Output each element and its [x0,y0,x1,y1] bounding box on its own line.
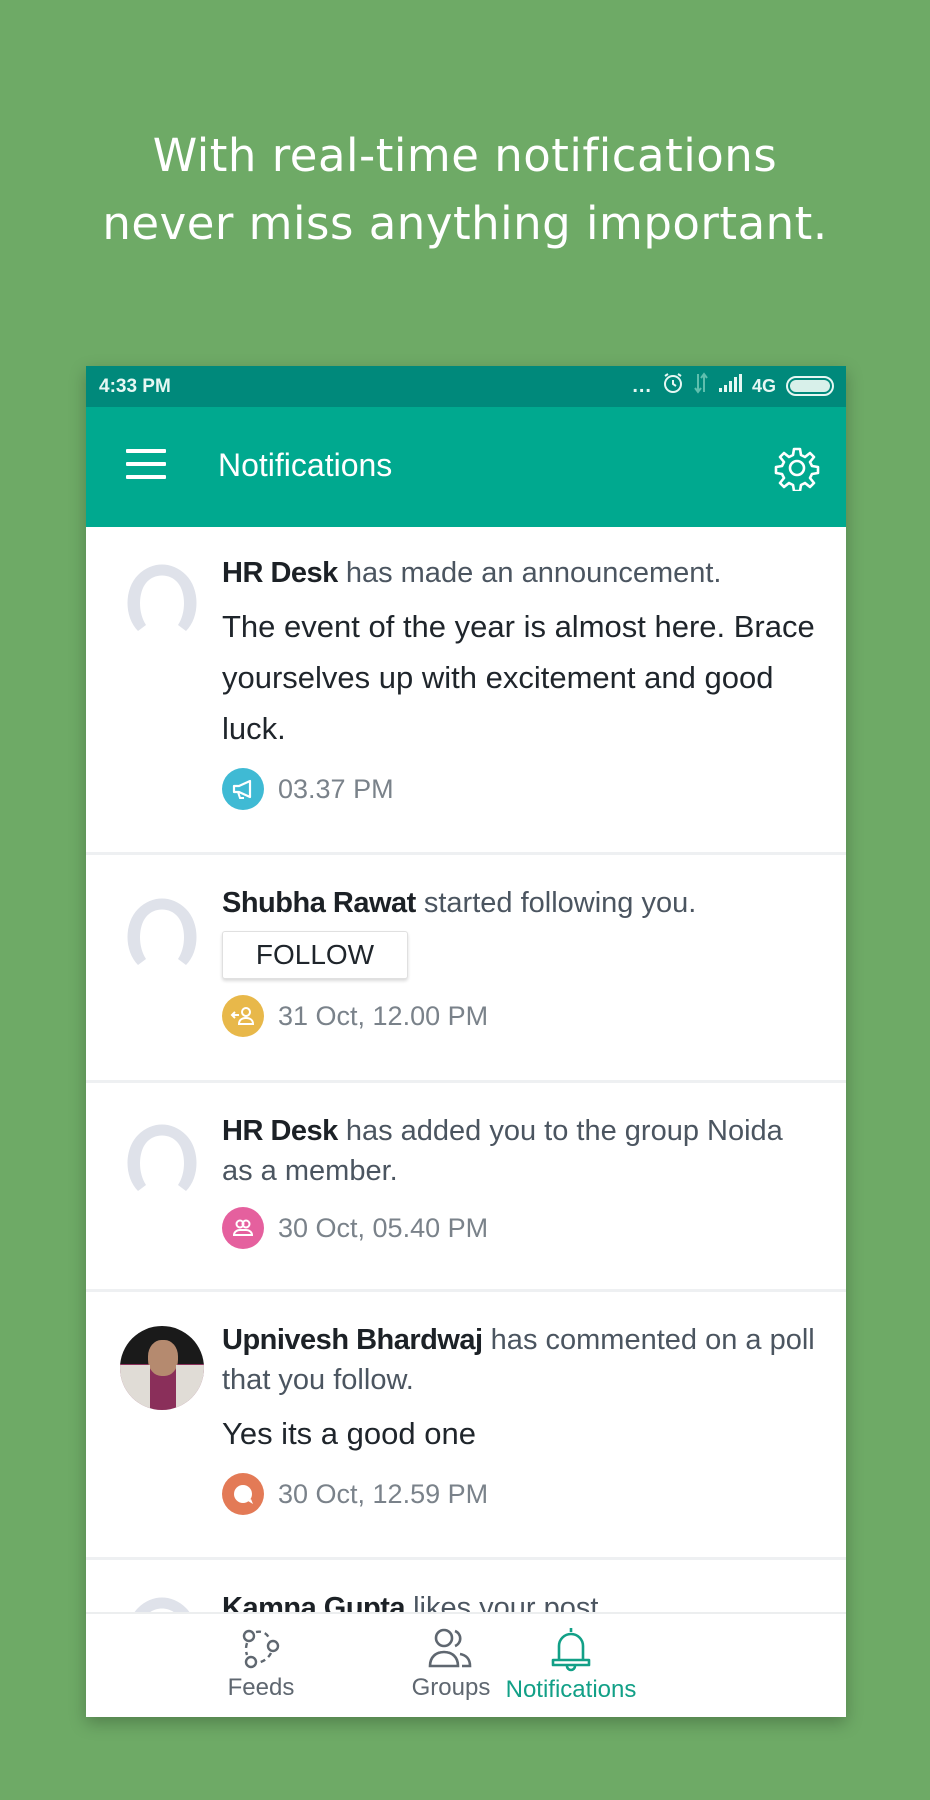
overflow-dots-icon: ... [632,374,652,397]
app-bar: Notifications [86,407,846,527]
bottom-navigation: Feeds Groups Notifications [86,1612,846,1717]
notification-item[interactable]: Shubha Rawat started following you. FOLL… [86,855,846,1083]
battery-icon [786,376,834,396]
notification-item[interactable]: Upnivesh Bhardwaj has commented on a pol… [86,1292,846,1560]
notification-time: 31 Oct, 12.00 PM [278,1000,489,1031]
action-text: has made an announcement. [337,557,722,589]
promo-line-2: never miss anything important. [102,197,828,250]
notification-body: Yes its a good one [222,1416,476,1451]
avatar-placeholder [120,1119,204,1203]
network-type: 4G [751,375,776,396]
page-title: Notifications [218,447,393,483]
promo-headline: With real-time notifications never miss … [0,122,930,258]
alarm-icon [662,372,684,400]
gear-icon[interactable] [774,445,820,493]
notification-headline: Upnivesh Bhardwaj has commented on a pol… [222,1320,816,1400]
avatar-placeholder [120,559,204,643]
groups-icon [428,1628,472,1668]
notification-time: 30 Oct, 12.59 PM [278,1478,489,1509]
notification-item[interactable]: Kamna Gupta likes your post [86,1560,846,1612]
action-text: likes your post [405,1592,599,1612]
signal-icon [718,373,742,399]
avatar-photo [120,1326,204,1410]
status-icons: ... 4G [632,372,834,400]
notification-body: The event of the year is almost here. Br… [222,609,815,746]
phone-screen: 4:33 PM ... 4G Notifications HR Desk has… [86,366,846,1717]
notification-time: 03.37 PM [278,773,394,804]
avatar-placeholder [120,893,204,977]
follow-button[interactable]: FOLLOW [222,931,408,979]
status-time: 4:33 PM [99,376,171,397]
megaphone-icon [222,768,264,810]
add-follower-icon [222,995,264,1037]
tab-feeds[interactable]: Feeds [161,1626,361,1702]
status-bar: 4:33 PM ... 4G [86,366,846,407]
tab-feeds-label: Feeds [227,1674,295,1701]
actor-name[interactable]: Kamna Gupta [222,1592,406,1612]
feeds-icon [242,1629,280,1669]
hamburger-menu-icon[interactable] [126,449,166,481]
notification-list: HR Desk has made an announcement. The ev… [86,527,846,1612]
notification-headline: Kamna Gupta likes your post [222,1588,816,1612]
actor-name[interactable]: Upnivesh Bhardwaj [222,1324,483,1356]
group-icon [222,1207,264,1249]
notification-time: 30 Oct, 05.40 PM [278,1212,489,1243]
actor-name[interactable]: HR Desk [222,1115,338,1147]
action-text: started following you. [415,887,697,919]
promo-line-1: With real-time notifications [152,129,778,182]
notification-headline: HR Desk has made an announcement. [222,553,816,593]
actor-name[interactable]: HR Desk [222,557,338,589]
notification-headline: HR Desk has added you to the group Noida… [222,1111,816,1191]
actor-name[interactable]: Shubha Rawat [222,887,416,919]
avatar-placeholder [120,1592,204,1612]
notification-item[interactable]: HR Desk has added you to the group Noida… [86,1083,846,1292]
notification-headline: Shubha Rawat started following you. [222,883,816,923]
tab-notifications-label: Notifications [505,1676,637,1703]
data-arrows-icon [694,372,708,400]
notification-item[interactable]: HR Desk has made an announcement. The ev… [86,527,846,855]
tab-notifications[interactable]: Notifications [481,1626,661,1704]
comment-bubble-icon [222,1473,264,1515]
bell-icon [551,1628,591,1672]
